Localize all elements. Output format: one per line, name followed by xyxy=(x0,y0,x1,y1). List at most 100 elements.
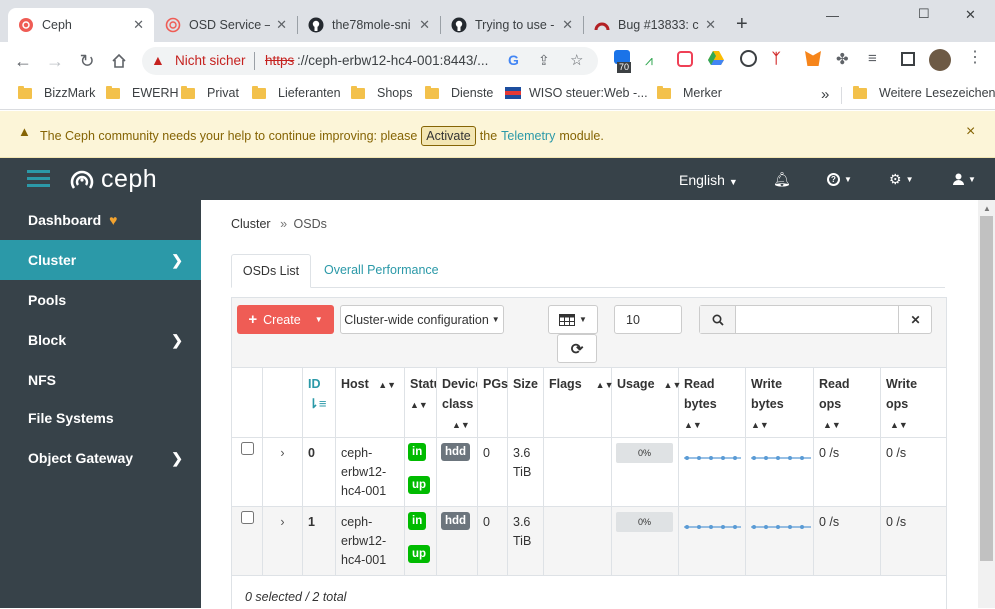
bell-icon[interactable]: 🔔︎ xyxy=(773,171,791,188)
drive-icon[interactable] xyxy=(708,51,724,69)
row-expand-icon[interactable]: › xyxy=(263,507,303,576)
table-footer: 0 selected / 2 total xyxy=(245,590,347,604)
telemetry-link[interactable]: Telemetry xyxy=(501,129,555,143)
column-header-read-ops[interactable]: Read ops ▲▼ xyxy=(814,368,881,438)
close-alert-icon[interactable]: × xyxy=(966,123,975,141)
column-header-flags[interactable]: Flags ▲▼ xyxy=(544,368,613,438)
close-tab-icon[interactable]: ✕ xyxy=(276,17,287,33)
lock-extension-icon[interactable] xyxy=(740,50,757,67)
activate-button[interactable]: Activate xyxy=(421,126,476,146)
bookmark-item[interactable]: Merker xyxy=(657,85,722,100)
other-bookmarks[interactable]: Weitere Lesezeichen xyxy=(853,85,995,100)
close-tab-icon[interactable]: ✕ xyxy=(419,17,430,33)
bookmark-item[interactable]: Privat xyxy=(181,85,239,100)
google-lens-icon[interactable]: G xyxy=(508,52,519,68)
kebab-menu-icon[interactable]: ⋮ xyxy=(967,50,983,66)
refresh-icon[interactable]: ⟳ xyxy=(557,334,597,363)
sidebar-item-block[interactable]: Block ❯ xyxy=(0,320,201,360)
column-header-write-ops[interactable]: Write ops ▲▼ xyxy=(881,368,946,438)
scrollbar-thumb[interactable] xyxy=(980,216,993,561)
read-bytes-sparkline xyxy=(684,456,741,460)
sidebar-item-pools[interactable]: Pools xyxy=(0,280,201,320)
table-row[interactable]: › 0 ceph-erbw12-hc4-001 in up hdd 0 3.6 … xyxy=(232,438,946,507)
column-header-host[interactable]: Host ▲▼ xyxy=(336,368,405,438)
clear-search-icon[interactable]: ✕ xyxy=(898,306,932,333)
bookmark-item[interactable]: EWERH xyxy=(106,85,179,100)
search-input[interactable] xyxy=(737,306,898,333)
maximize-button[interactable]: ☐ xyxy=(918,6,930,22)
home-icon[interactable] xyxy=(108,50,130,72)
cluster-config-dropdown[interactable]: Cluster-wide configuration ▼ xyxy=(340,305,504,334)
caret-down-icon[interactable]: ▼ xyxy=(315,315,323,324)
browser-tab-github-1[interactable]: the78mole-sni ✕ xyxy=(298,8,440,42)
row-expand-icon[interactable]: › xyxy=(263,438,303,507)
column-header-write-bytes[interactable]: Write bytes ▲▼ xyxy=(746,368,814,438)
extension-badge: 70 xyxy=(617,62,632,73)
feedly-icon[interactable]: ⩘ xyxy=(645,52,653,69)
page-size-input[interactable]: 10 xyxy=(614,305,682,334)
column-header-size[interactable]: Size xyxy=(508,368,544,438)
bookmark-item[interactable]: Dienste xyxy=(425,85,493,100)
row-checkbox[interactable] xyxy=(241,442,254,455)
column-header-status[interactable]: Status ▲▼ xyxy=(405,368,437,438)
bookmark-item[interactable]: Shops xyxy=(351,85,412,100)
puzzle-icon[interactable]: ✤ xyxy=(836,50,849,68)
help-menu[interactable]: ? ▼ xyxy=(827,173,852,186)
sidebar-item-nfs[interactable]: NFS xyxy=(0,360,201,400)
new-tab-button[interactable]: + xyxy=(736,14,748,34)
column-header-device-class[interactable]: Device class ▲▼ xyxy=(437,368,478,438)
bookmark-item[interactable]: BizzMark xyxy=(18,85,95,100)
browser-tab-bug[interactable]: Bug #13833: ce ✕ xyxy=(584,8,726,42)
tab-osds-list[interactable]: OSDs List xyxy=(231,254,311,288)
settings-menu[interactable]: ⚙ ▼ xyxy=(889,171,913,188)
vertical-scrollbar[interactable]: ▲ xyxy=(978,200,995,608)
reload-icon[interactable]: ↻ xyxy=(76,50,98,72)
user-menu[interactable]: ▼ xyxy=(953,173,976,185)
close-window-button[interactable]: ✕ xyxy=(965,7,976,23)
scroll-up-icon[interactable]: ▲ xyxy=(983,204,991,213)
device-class-cell: hdd xyxy=(437,507,478,576)
side-panel-icon[interactable] xyxy=(901,52,915,66)
browser-tab-osd-service[interactable]: OSD Service — ✕ xyxy=(155,8,297,42)
browser-tab-github-2[interactable]: Trying to use - ✕ xyxy=(441,8,583,42)
bookmark-item[interactable]: WISO steuer:Web -... xyxy=(505,86,648,100)
column-header-usage[interactable]: Usage ▲▼ xyxy=(612,368,681,438)
sidebar-item-file-systems[interactable]: File Systems xyxy=(0,398,201,438)
sidebar-item-cluster[interactable]: Cluster ❯ xyxy=(0,240,201,280)
sidebar-item-object-gateway[interactable]: Object Gateway ❯ xyxy=(0,438,201,478)
close-tab-icon[interactable]: ✕ xyxy=(562,17,573,33)
close-tab-icon[interactable]: ✕ xyxy=(705,17,716,33)
lastpass-icon[interactable]: ᛉ xyxy=(772,50,780,66)
column-header-read-bytes[interactable]: Read bytes ▲▼ xyxy=(679,368,746,438)
sort-icon: ▲▼ xyxy=(823,420,841,430)
column-toggle-button[interactable]: ▼ xyxy=(548,305,598,334)
forward-arrow-icon[interactable]: → xyxy=(44,50,66,72)
row-checkbox[interactable] xyxy=(241,511,254,524)
bookmark-star-icon[interactable]: ☆ xyxy=(570,51,583,69)
back-arrow-icon[interactable]: ← xyxy=(12,50,34,72)
table-row[interactable]: › 1 ceph-erbw12-hc4-001 in up hdd 0 3.6 … xyxy=(232,507,946,576)
bookmark-item[interactable]: Lieferanten xyxy=(252,85,341,100)
extension-icon[interactable]: 70 xyxy=(614,50,634,73)
share-icon[interactable]: ⇪ xyxy=(538,52,550,69)
language-selector[interactable]: English ▼ xyxy=(679,172,738,188)
breadcrumb-parent[interactable]: Cluster xyxy=(231,217,271,231)
tab-overall-performance[interactable]: Overall Performance xyxy=(324,263,439,277)
column-header-label: ID xyxy=(308,377,321,391)
avatar[interactable] xyxy=(929,49,951,71)
address-bar[interactable]: ▲ Nicht sicher https ://ceph-erbw12-hc4-… xyxy=(142,47,598,75)
pocket-icon[interactable] xyxy=(677,51,693,67)
playlist-icon[interactable]: ≡ xyxy=(868,50,877,67)
column-header-pgs[interactable]: PGs xyxy=(478,368,508,438)
close-tab-icon[interactable]: ✕ xyxy=(133,17,144,33)
browser-tab-ceph[interactable]: Ceph ✕ xyxy=(8,8,154,42)
bookmarks-overflow-icon[interactable]: » xyxy=(821,86,829,103)
hamburger-icon[interactable] xyxy=(27,170,50,188)
ceph-logo[interactable]: ceph xyxy=(68,166,157,192)
create-button[interactable]: + Create ▼ xyxy=(237,305,334,334)
minimize-button[interactable]: — xyxy=(826,8,839,23)
column-header-id[interactable]: ID ⇂≡ xyxy=(303,368,336,438)
user-icon xyxy=(953,173,964,185)
sidebar-item-dashboard[interactable]: Dashboard ♥ xyxy=(0,200,201,240)
metamask-icon[interactable] xyxy=(805,51,821,66)
